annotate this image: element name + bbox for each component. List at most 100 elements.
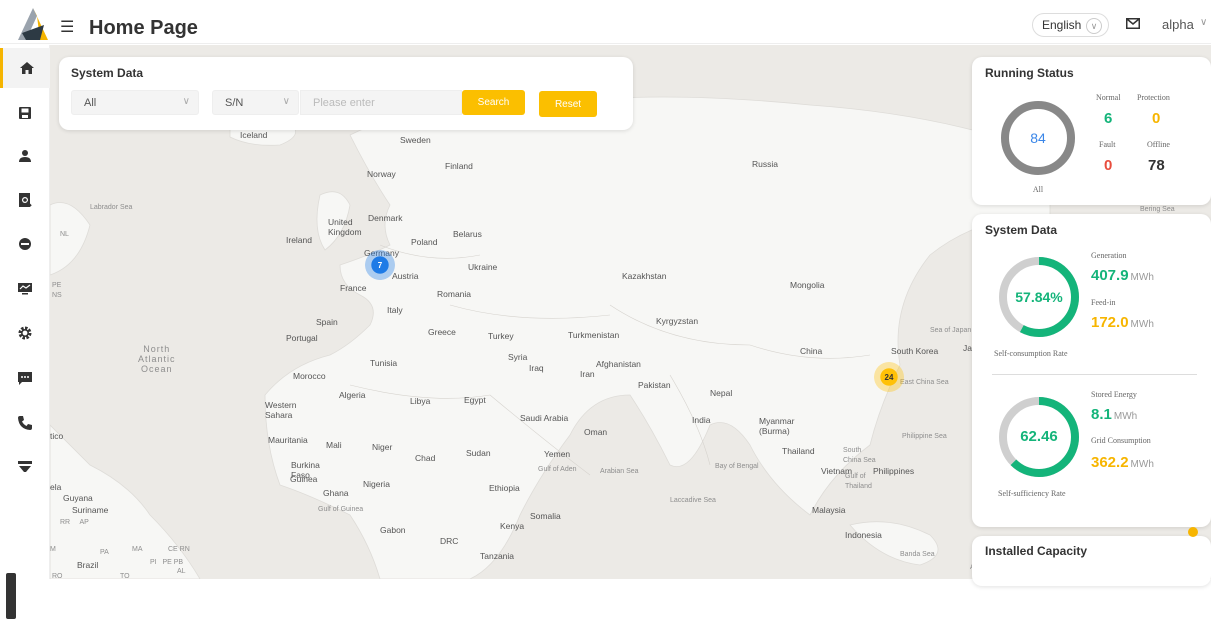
map-label: M [50,546,56,553]
map-label: Kyrgyzstan [656,316,699,326]
generation-value: 407.9 [1091,267,1129,284]
sidebar-item-devices[interactable] [0,224,50,264]
grid-row: 362.2 MWh [1091,454,1154,471]
map-label: Libya [410,396,431,406]
home-icon [19,62,34,74]
map-label: Turkmenistan [568,330,620,340]
language-select[interactable]: English ∨ [1032,13,1109,37]
map-label: Sudan [466,448,491,458]
mail-icon[interactable] [1126,18,1140,29]
map-label: Iceland [240,130,268,140]
map-label: Norway [367,169,396,179]
stored-value: 8.1 [1091,406,1112,423]
map-label: Kenya [500,521,525,531]
sidebar-item-search[interactable] [0,180,50,220]
map-cluster-asia[interactable]: 24 [874,362,904,392]
map-label: Nepal [710,388,733,398]
self-sufficiency-label: Self-sufficiency Rate [998,489,1066,498]
scope-value: All [84,97,97,109]
map-label: Gulf of Thailand [845,473,872,490]
sidebar-item-home[interactable] [0,48,50,88]
generation-unit: MWh [1130,272,1154,283]
cluster-count: 24 [884,372,894,382]
map-label: Ghana [323,488,349,498]
field-select[interactable]: S/N ∨ [212,90,299,115]
filter-card: System Data All ∨ S/N ∨ Search Reset [59,57,633,130]
self-consumption-label: Self-consumption Rate [994,349,1068,358]
app-logo[interactable] [16,6,50,42]
map-label: ela [50,482,62,492]
feedin-row: 172.0 MWh [1091,314,1154,331]
device-icon [19,238,31,250]
map-label: tico [50,431,64,441]
menu-toggle-icon[interactable]: ☰ [60,20,74,36]
map-label: Ja [963,343,972,353]
map-label: Philippine Sea [902,433,947,440]
map-label: RR AP [60,519,89,526]
normal-value: 6 [1104,110,1113,127]
stored-label: Stored Energy [1091,390,1137,399]
map-label: South Korea [891,346,939,356]
grid-value: 362.2 [1091,454,1129,471]
map-label: AL [177,568,186,575]
map-label: Saudi Arabia [520,413,569,423]
normal-label: Normal [1096,93,1121,102]
user-name[interactable]: alpha [1162,17,1194,32]
sidebar-item-support[interactable] [0,403,50,443]
map-label: Iran [580,369,595,379]
search-doc-icon [19,193,32,207]
map-label: CE RN [168,546,190,553]
side-widget-handle[interactable] [6,573,16,619]
self-sufficiency-value: 62.46 [1020,428,1058,445]
map-label: Gabon [380,525,406,535]
save-icon [19,107,31,119]
map-label: Niger [372,442,393,452]
running-status-panel: Running Status 84 All Normal 6 Protectio… [972,57,1211,205]
map-label: Guyana [63,493,93,503]
stored-row: 8.1 MWh [1091,406,1137,423]
map-label: DRC [440,536,459,546]
sidebar-item-users[interactable] [0,136,50,176]
protection-value: 0 [1152,110,1161,127]
sidebar-item-reports[interactable] [0,93,50,133]
phone-icon [18,416,32,430]
protection-label: Protection [1137,93,1170,102]
map-label: Greece [428,327,456,337]
reset-button[interactable]: Reset [539,91,597,117]
sidebar-item-filter[interactable] [0,447,50,487]
user-icon [19,150,31,162]
map-label: Ethiopia [489,483,520,493]
top-bar: ☰ Home Page English ∨ alpha ∨ [0,0,1211,44]
user-chevron-icon[interactable]: ∨ [1200,17,1207,28]
grid-label: Grid Consumption [1091,436,1151,445]
search-input[interactable] [300,90,462,115]
status-total: 84 [1030,130,1046,146]
gear-icon [18,326,32,340]
generation-label: Generation [1091,251,1127,260]
chevron-down-icon: ∨ [1086,18,1102,34]
system-data-panel: System Data 57.84% Self-consumption Rate… [972,214,1211,527]
map-label: Bay of Bengal [715,463,759,470]
chevron-down-icon: ∨ [282,96,290,107]
map-label: Ireland [286,235,312,245]
sidebar-item-settings[interactable] [0,313,50,353]
map-label: Nigeria [363,479,390,489]
grid-unit: MWh [1130,459,1154,470]
sidebar-item-monitor[interactable] [0,268,50,308]
scope-select[interactable]: All ∨ [71,90,199,115]
map-label: TO [120,573,130,579]
map-label: Indonesia [845,530,882,540]
map-label: Chad [415,453,436,463]
scroll-indicator[interactable] [1188,527,1198,537]
page-title: Home Page [89,17,198,39]
map-cluster-europe[interactable]: 7 [365,250,395,280]
map-label: China [800,346,823,356]
generation-row: 407.9 MWh [1091,267,1154,284]
monitor-icon [18,283,32,295]
map-label: Arabian Sea [600,468,639,475]
sidebar-item-messages[interactable] [0,358,50,398]
sidebar [0,45,50,619]
map-label: Afghanistan [596,359,641,369]
language-value: English [1042,18,1082,32]
search-button[interactable]: Search [462,90,525,115]
